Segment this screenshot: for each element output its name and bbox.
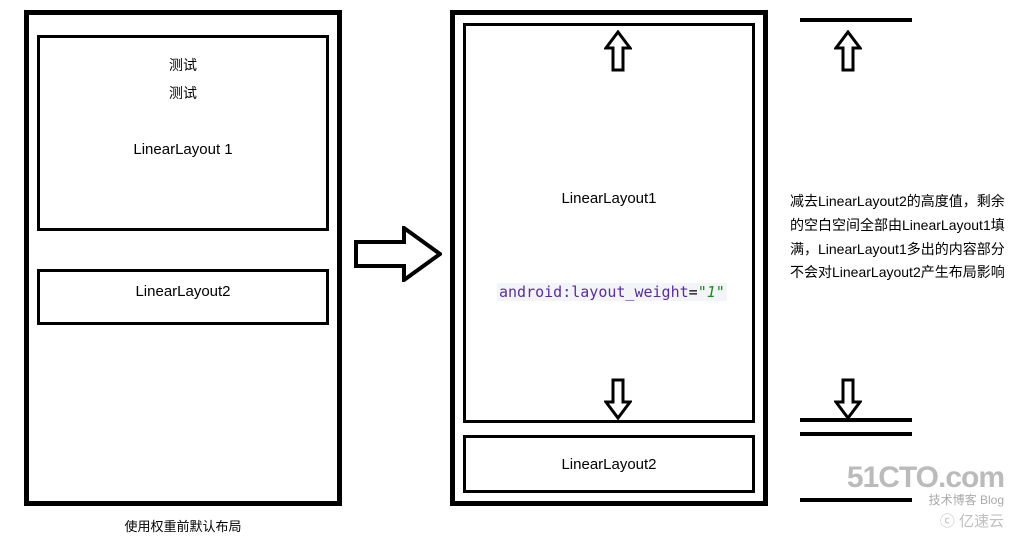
left-test-text-2: 测试 xyxy=(29,83,337,103)
explanation-text: 减去LinearLayout2的高度值，剩余的空白空间全部由LinearLayo… xyxy=(790,190,1006,285)
bracket-line-top xyxy=(800,18,912,22)
watermark-yisu: ⓒ 亿速云 xyxy=(847,510,1004,531)
code-eq: = xyxy=(689,283,698,301)
bracket-arrow-down-icon xyxy=(834,378,862,420)
bracket-arrow-up-icon xyxy=(834,30,862,72)
watermark: 51CTO.com 技术博客 Blog ⓒ 亿速云 xyxy=(847,461,1004,531)
left-test-text-1: 测试 xyxy=(29,55,337,75)
right-linearlayout1-box xyxy=(463,23,755,423)
left-linearlayout2-label: LinearLayout2 xyxy=(29,283,337,300)
left-phone-frame: 测试 测试 LinearLayout 1 LinearLayout2 xyxy=(24,10,342,506)
bracket-line-bottom xyxy=(800,498,912,502)
code-val: "1" xyxy=(698,283,725,301)
left-linearlayout1-label: LinearLayout 1 xyxy=(29,141,337,158)
right-linearlayout1-label: LinearLayout1 xyxy=(455,190,763,207)
right-phone-frame: LinearLayout1 android:layout_weight="1" … xyxy=(450,10,768,506)
arrow-up-icon xyxy=(604,30,632,72)
right-linearlayout2-label: LinearLayout2 xyxy=(455,456,763,473)
left-caption: 使用权重前默认布局 xyxy=(24,516,342,535)
arrow-right-icon xyxy=(354,226,442,282)
bracket-line-mid-lower xyxy=(800,432,912,436)
watermark-main: 51CTO.com xyxy=(847,461,1004,495)
code-layout-weight: android:layout_weight="1" xyxy=(497,283,727,301)
arrow-down-icon xyxy=(604,378,632,420)
code-attr: android:layout_weight xyxy=(499,283,689,301)
